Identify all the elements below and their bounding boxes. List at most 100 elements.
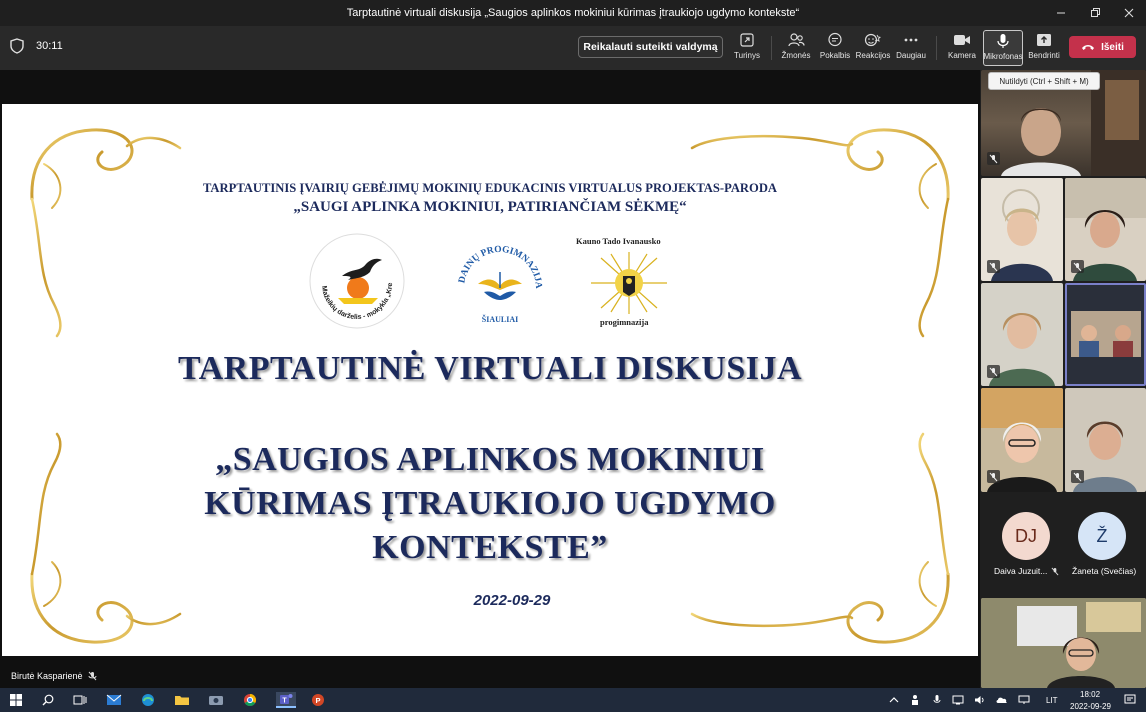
participant-video-tile[interactable] — [981, 388, 1063, 492]
title-bar: Tarptautinė virtuali diskusija „Saugios … — [0, 0, 1146, 26]
toolbar-divider — [936, 36, 937, 60]
mic-muted-icon — [1071, 470, 1084, 483]
mail-app-button[interactable] — [106, 692, 122, 708]
tray-battery-icon[interactable] — [994, 692, 1010, 708]
windows-taskbar: T P LIT 18:02 2022-09-29 — [0, 688, 1146, 712]
leave-button[interactable]: Išeiti — [1069, 36, 1136, 58]
mic-muted-icon — [1071, 260, 1084, 273]
folder-icon — [175, 696, 189, 705]
video-feed — [981, 598, 1146, 688]
camera-app-icon — [209, 696, 223, 705]
person-tray-icon — [912, 695, 918, 705]
camera-app-button[interactable] — [208, 692, 224, 708]
maximize-button[interactable] — [1078, 0, 1112, 26]
powerpoint-app-button[interactable]: P — [310, 692, 326, 708]
swallow-icon: Mažeikių darželis - mokykla „Kregždutė“ — [306, 227, 405, 329]
participant-video-tile[interactable] — [981, 598, 1146, 688]
chat-label: Pokalbis — [819, 51, 851, 60]
slide-date: 2022-09-29 — [473, 592, 551, 609]
mic-muted-icon — [1051, 567, 1059, 575]
logo3-bottom-text: progimnazija — [600, 317, 649, 327]
dainu-progimnazija-logo: DAINŲ PROGIMNAZIJA ŠIAULIAI — [450, 232, 550, 330]
tray-app-icon[interactable] — [907, 692, 923, 708]
content-button[interactable]: Turinys — [733, 31, 761, 65]
request-control-button[interactable]: Reikalauti suteikti valdymą — [578, 36, 723, 58]
share-screen-icon — [736, 31, 758, 49]
book-tree-icon: DAINŲ PROGIMNAZIJA ŠIAULIAI — [457, 245, 543, 324]
tray-wifi-icon[interactable] — [1016, 692, 1032, 708]
window-controls — [1044, 0, 1146, 26]
sun-emblem-icon — [591, 252, 667, 314]
microphone-label: Mikrofonas — [983, 52, 1023, 61]
camera-button[interactable]: Kamera — [947, 31, 977, 65]
people-button[interactable]: Žmonės — [782, 31, 810, 65]
slide-subtitle-line-1: „SAUGIOS APLINKOS MOKINIUI — [215, 441, 765, 478]
onedrive-icon — [996, 697, 1007, 703]
participant-video-tile[interactable] — [981, 178, 1063, 281]
presentation-slide: TARPTAUTINIS ĮVAIRIŲ GEBĖJIMŲ MOKINIŲ ED… — [2, 104, 978, 656]
chat-button[interactable]: Pokalbis — [820, 31, 850, 65]
share-tray-icon — [1033, 31, 1055, 49]
edge-app-button[interactable] — [140, 692, 156, 708]
volume-icon — [975, 696, 984, 704]
slide-subtitle-line-3: KONTEKSTE” — [372, 529, 608, 566]
slide-subtitle-line-2: KŪRIMAS ĮTRAUKIOJO UGDYMO — [204, 485, 776, 522]
svg-text:T: T — [282, 698, 287, 705]
avatar[interactable]: Ž — [1078, 512, 1126, 560]
participant-video-tile[interactable] — [1065, 178, 1146, 281]
task-view-button[interactable] — [72, 692, 88, 708]
teams-app-button[interactable]: T — [276, 692, 296, 708]
logo2-city: ŠIAULIAI — [482, 314, 518, 324]
mic-muted-icon — [987, 470, 1000, 483]
clock-time[interactable]: 18:02 — [1080, 690, 1100, 699]
mic-muted-icon — [987, 152, 1000, 165]
clock-date[interactable]: 2022-09-29 — [1070, 702, 1111, 712]
shield-icon — [10, 38, 24, 54]
powerpoint-icon: P — [312, 694, 324, 706]
reactions-button[interactable]: Reakcijos — [856, 31, 890, 65]
more-button[interactable]: Daugiau — [896, 31, 926, 65]
slide-project-subtitle: „SAUGI APLINKA MOKINIUI, PATIRIANČIAM SĖ… — [293, 199, 687, 215]
chrome-app-button[interactable] — [242, 692, 258, 708]
microphone-button[interactable]: Mikrofonas — [983, 30, 1023, 66]
reactions-icon — [862, 31, 884, 49]
chrome-icon — [244, 694, 257, 707]
share-label: Bendrinti — [1028, 51, 1060, 60]
camera-icon — [951, 31, 973, 49]
edge-icon — [142, 694, 154, 706]
video-feed — [1071, 311, 1141, 357]
notifications-button[interactable] — [1122, 692, 1138, 708]
start-button[interactable] — [8, 692, 24, 708]
windows-icon — [10, 694, 22, 706]
share-button[interactable]: Bendrinti — [1028, 31, 1060, 65]
chat-icon — [824, 31, 846, 49]
minimize-button[interactable] — [1044, 0, 1078, 26]
microphone-icon — [992, 32, 1014, 50]
participant-video-tile[interactable] — [981, 283, 1063, 386]
participant-name-tag: Daiva Juzuit... — [994, 566, 1059, 576]
avatar[interactable]: DJ — [1002, 512, 1050, 560]
ivanausko-logo — [587, 250, 671, 316]
participant-video-tile[interactable] — [1065, 388, 1146, 492]
explorer-app-button[interactable] — [174, 692, 190, 708]
microphone-tray-icon — [933, 695, 941, 703]
mail-icon — [106, 694, 122, 705]
hang-up-icon — [1082, 45, 1095, 50]
toolbar-divider — [771, 36, 772, 60]
show-hidden-icons-button[interactable] — [886, 692, 902, 708]
restore-icon — [1091, 8, 1100, 17]
tray-volume-icon[interactable] — [972, 692, 988, 708]
camera-label: Kamera — [947, 51, 976, 60]
search-button[interactable] — [40, 692, 56, 708]
close-button[interactable] — [1112, 0, 1146, 26]
more-icon — [900, 31, 922, 49]
keyboard-language[interactable]: LIT — [1046, 696, 1058, 705]
participant-video-tile-active[interactable] — [1065, 283, 1146, 386]
mute-tooltip: Nutildyti (Ctrl + Shift + M) — [988, 72, 1100, 90]
people-icon — [785, 31, 807, 49]
tray-network-icon[interactable] — [950, 692, 966, 708]
tray-mic-icon[interactable] — [929, 692, 945, 708]
teams-window: Tarptautinė virtuali diskusija „Saugios … — [0, 0, 1146, 712]
participant-name-tag: Žaneta (Svečias) — [1072, 566, 1136, 576]
window-title: Tarptautinė virtuali diskusija „Saugios … — [346, 7, 800, 19]
